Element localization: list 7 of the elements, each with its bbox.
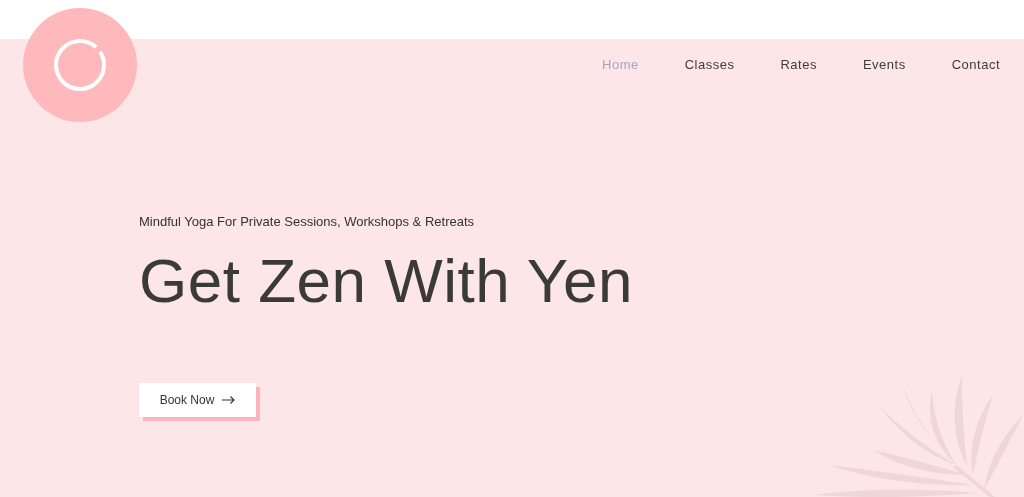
arrow-right-icon: [222, 395, 236, 404]
hero-title: Get Zen With Yen: [139, 249, 633, 312]
nav-link[interactable]: Events: [862, 55, 906, 75]
tagline: Mindful Yoga For Private Sessions, Workshops & Retreats: [139, 213, 475, 231]
nav-link[interactable]: Classes: [684, 55, 735, 75]
nav-link[interactable]: Rates: [780, 55, 817, 75]
nav-link[interactable]: Contact: [951, 55, 1000, 75]
